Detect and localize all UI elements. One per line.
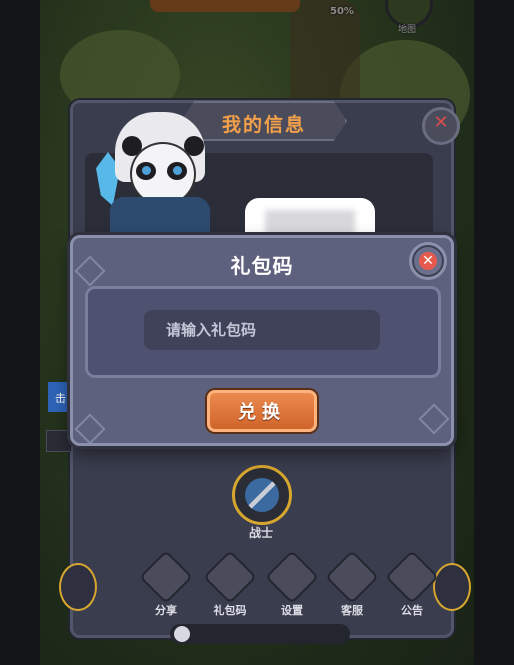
gift-code-dialog: 礼包码 ✕ 兑换 [70, 235, 454, 446]
gift-code-input[interactable] [144, 310, 380, 350]
dialog-close-button[interactable]: ✕ [409, 242, 447, 280]
blurred-nickname [265, 210, 355, 238]
menu-label: 设置 [281, 604, 303, 617]
profile-menu-row: 分享 礼包码 设置 客服 公告 [139, 550, 440, 618]
profile-close-button[interactable] [422, 107, 460, 145]
side-tab-text: 击 [55, 392, 66, 405]
headset-icon [325, 550, 379, 604]
menu-announcement-button[interactable]: 公告 [385, 550, 439, 617]
announcement-icon [385, 550, 439, 604]
avatar-cloak [110, 197, 210, 232]
menu-settings-button[interactable]: 设置 [265, 550, 319, 617]
menu-share-button[interactable]: 分享 [139, 550, 193, 617]
avatar-eye [136, 162, 156, 180]
corner-ornament [418, 403, 450, 435]
dialog-title: 礼包码 [230, 254, 294, 278]
menu-label: 客服 [341, 604, 363, 617]
redeem-button[interactable]: 兑换 [207, 390, 317, 432]
menu-label: 分享 [155, 604, 177, 617]
corner-ornament [74, 413, 106, 445]
class-label: 战士 [248, 526, 273, 540]
share-icon [139, 550, 193, 604]
bottom-notice-strip [170, 624, 350, 644]
avatar-eye [167, 162, 187, 180]
side-tab-gray [46, 430, 72, 452]
menu-label: 礼包码 [213, 604, 247, 617]
menu-support-button[interactable]: 客服 [325, 550, 379, 617]
menu-label: 公告 [401, 604, 423, 617]
gift-code-input-panel [85, 286, 441, 378]
gear-icon [265, 550, 319, 604]
gift-icon [203, 550, 257, 604]
warrior-class-icon[interactable] [232, 465, 292, 525]
menu-gift-code-button[interactable]: 礼包码 [203, 550, 257, 617]
close-icon: ✕ [419, 252, 437, 270]
panda-avatar [96, 112, 220, 232]
side-portrait-left[interactable] [59, 563, 97, 611]
